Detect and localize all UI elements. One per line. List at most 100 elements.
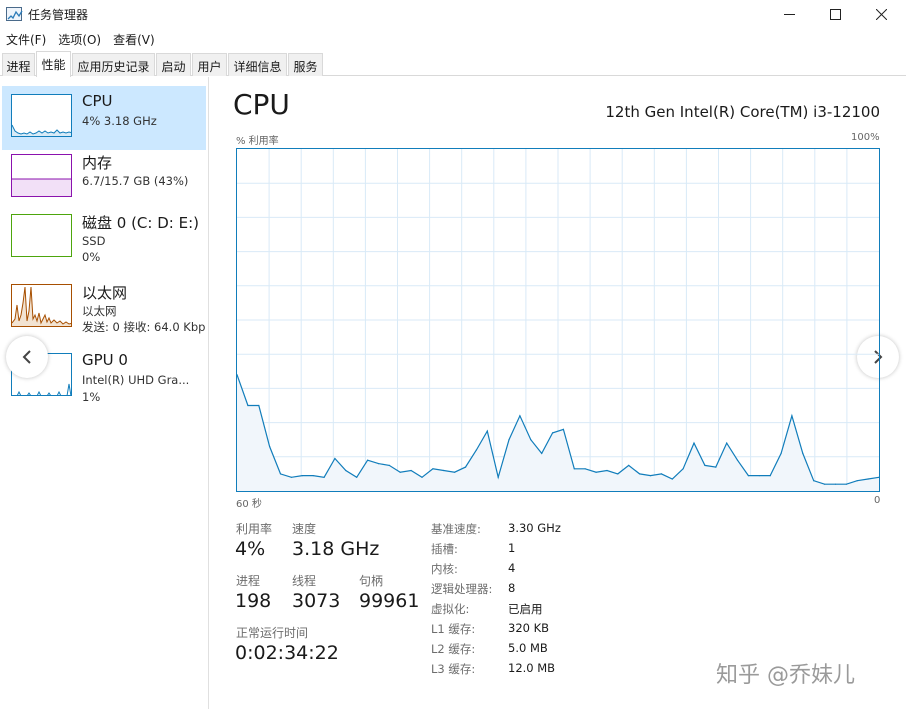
minimize-icon [783,13,795,15]
spec-label: 虚拟化: [431,602,470,616]
cpu-model-name: 12th Gen Intel(R) Core(TM) i3-12100 [605,103,880,121]
spec-value: 已启用 [508,602,543,616]
resource-list: CPU 4% 3.18 GHz 内存 6.7/15.7 GB (43%) 磁盘 … [0,77,209,709]
cpu-usage-point [845,483,848,485]
cpu-usage-point [606,469,608,472]
handles-value: 99961 [359,590,420,612]
cpu-usage-point [780,452,782,454]
cpu-usage-point [486,430,488,432]
tab-services[interactable]: 服务 [288,53,323,76]
cpu-usage-point [421,476,423,478]
resource-throughput: 发送: 0 接收: 64.0 Kbp [82,320,206,334]
cpu-usage-point [693,442,695,444]
spec-label: 内核: [431,562,458,576]
cpu-usage-point [704,464,706,466]
resource-adapter: 以太网 [82,304,117,318]
cpu-usage-point [399,471,401,473]
spec-value: 320 KB [508,621,550,635]
cpu-usage-point [334,457,336,460]
menu-bar: 文件(F) 选项(O) 查看(V) [0,29,161,49]
cpu-usage-point [541,452,543,454]
tab-bar: 进程 性能 应用历史记录 启动 用户 详细信息 服务 [0,51,906,77]
memory-mini-graph [11,154,72,197]
resource-item-ethernet[interactable]: 以太网 以太网 发送: 0 接收: 64.0 Kbp [0,276,208,340]
resource-name: 内存 [82,154,113,172]
graph-x-right-label: 0 [874,495,881,506]
threads-value: 3073 [292,590,341,612]
handles-label: 句柄 [359,574,384,588]
cpu-usage-point [736,459,739,461]
tab-app-history[interactable]: 应用历史记录 [72,53,155,76]
tab-performance[interactable]: 性能 [36,51,71,77]
menu-view[interactable]: 查看(V) [107,29,161,49]
cpu-usage-point [312,475,314,477]
resource-detail: 4% 3.18 GHz [82,114,157,128]
graph-y-label: % 利用率 [236,136,279,147]
cpu-usage-point [649,475,652,477]
minimize-button[interactable] [766,0,812,28]
cpu-usage-point [660,473,662,475]
close-button[interactable] [858,0,904,28]
cpu-usage-point [519,415,521,417]
cpu-usage-point [758,475,760,477]
cpu-usage-point [279,473,282,475]
graph-x-left-label: 60 秒 [236,499,262,510]
resource-usage: 0% [82,250,101,264]
cpu-usage-point [530,439,532,441]
cpu-mini-graph [11,94,72,137]
resource-item-disk[interactable]: 磁盘 0 (C: D: E:) SSD 0% [0,206,208,270]
resource-type: SSD [82,234,106,248]
cpu-usage-point [367,459,369,461]
cpu-usage-point [856,480,858,482]
cpu-usage-point [552,432,554,434]
spec-label: L1 缓存: [431,622,476,636]
tab-startup[interactable]: 启动 [156,53,191,76]
cpu-usage-point [432,468,434,470]
resource-name: CPU [82,92,113,110]
cpu-usage-point [562,428,564,430]
threads-label: 线程 [292,574,317,588]
resource-item-cpu[interactable]: CPU 4% 3.18 GHz [2,86,206,150]
cpu-usage-point [747,475,749,477]
cpu-usage-point [443,469,445,472]
cpu-usage-point [323,476,325,478]
speed-value: 3.18 GHz [292,538,380,560]
cpu-usage-point [269,445,271,448]
cpu-usage-point [791,415,793,417]
cpu-usage-point [454,471,456,473]
spec-label: L2 缓存: [431,642,476,656]
utilization-label: 利用率 [236,522,273,536]
cpu-usage-point [410,469,412,472]
menu-file[interactable]: 文件(F) [0,29,52,49]
tab-processes[interactable]: 进程 [2,53,35,76]
page-title: CPU [233,88,290,121]
cpu-usage-point [726,442,728,444]
spec-value: 5.0 MB [508,641,548,655]
tab-details[interactable]: 详细信息 [228,53,287,76]
chevron-left-icon [22,350,31,364]
menu-options[interactable]: 选项(O) [52,29,107,49]
spec-value: 1 [508,541,516,555]
cpu-usage-point [345,469,347,472]
maximize-button[interactable] [812,0,858,28]
cpu-usage-point [290,476,292,478]
cpu-usage-point [671,478,673,480]
spec-value: 4 [508,561,516,575]
cpu-usage-point [595,471,597,473]
cpu-usage-point [497,476,499,478]
previous-button[interactable] [6,336,48,378]
tab-users[interactable]: 用户 [192,53,227,76]
cpu-usage-point [584,468,586,470]
cpu-usage-point [813,480,815,482]
processes-value: 198 [235,590,272,612]
disk-mini-graph [11,214,72,257]
spec-value: 8 [508,581,516,595]
graph-y-max-label: 100% [851,132,880,143]
resource-adapter: Intel(R) UHD Gra... [82,373,190,387]
processes-label: 进程 [236,574,261,588]
cpu-usage-point [356,476,358,478]
resource-name: 以太网 [82,284,128,302]
resource-item-memory[interactable]: 内存 6.7/15.7 GB (43%) [0,146,208,210]
uptime-label: 正常运行时间 [236,626,309,640]
uptime-value: 0:02:34:22 [235,642,339,664]
